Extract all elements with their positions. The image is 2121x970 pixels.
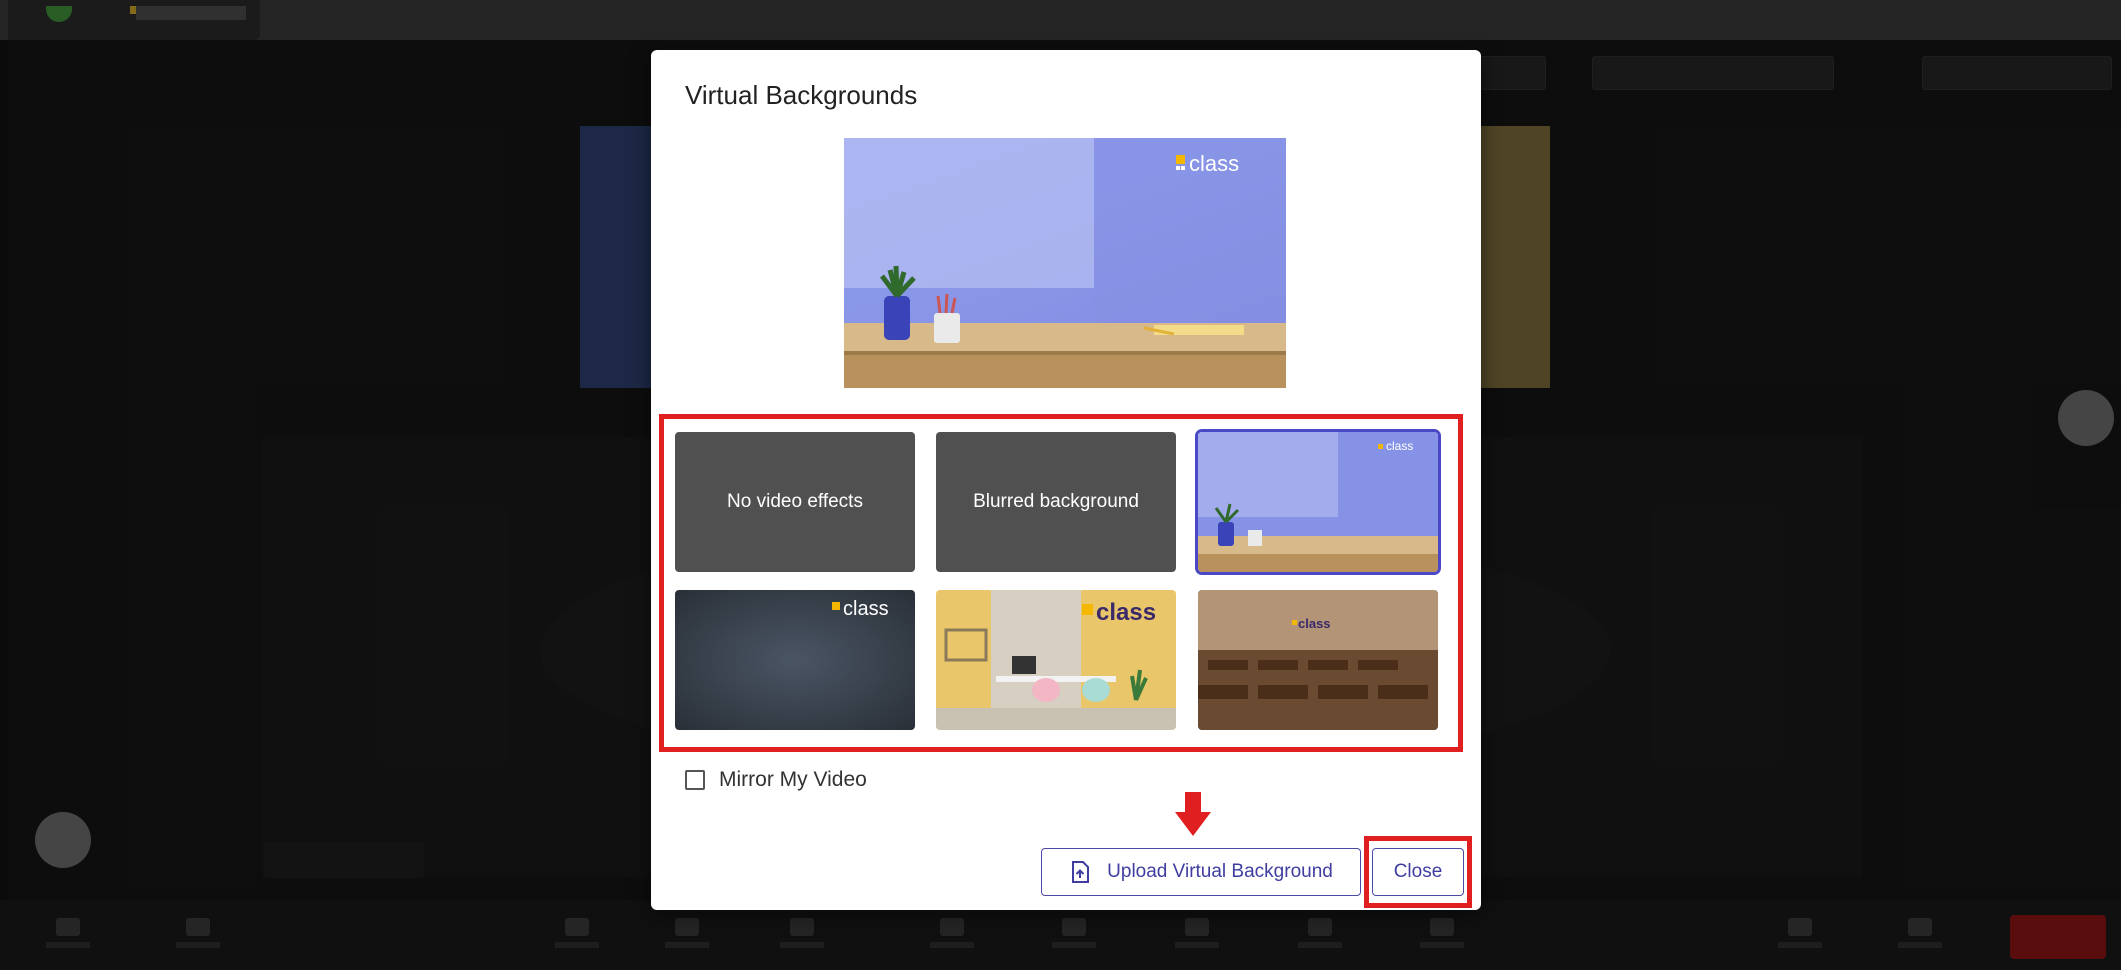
background-option-blue-room[interactable]: class xyxy=(1198,432,1438,572)
classroom-thumbnail: class xyxy=(1198,590,1438,730)
logo-text: class xyxy=(843,598,889,620)
close-button[interactable]: Close xyxy=(1372,848,1464,896)
dialog-title: Virtual Backgrounds xyxy=(685,80,918,110)
background-preview: class xyxy=(844,138,1286,388)
logo-text: class xyxy=(1386,439,1413,453)
background-option-yellow-office[interactable]: class xyxy=(936,590,1176,730)
mirror-video-row[interactable]: Mirror My Video xyxy=(685,768,867,792)
background-option-classroom[interactable]: class xyxy=(1198,590,1438,730)
option-label: Blurred background xyxy=(973,491,1139,512)
upload-button-label: Upload Virtual Background xyxy=(1107,861,1333,882)
dark-slate-thumbnail: class xyxy=(675,590,915,730)
logo-text: class xyxy=(1189,151,1239,176)
no-video-effects-option[interactable]: No video effects xyxy=(675,432,915,572)
mirror-video-label[interactable]: Mirror My Video xyxy=(719,768,867,792)
arrow-down-icon xyxy=(1175,792,1211,836)
upload-file-icon xyxy=(1072,861,1090,883)
option-label: No video effects xyxy=(727,491,863,512)
yellow-office-thumbnail: class xyxy=(936,590,1176,730)
upload-background-button[interactable]: Upload Virtual Background xyxy=(1041,848,1361,896)
blue-room-thumbnail: class xyxy=(1198,432,1438,572)
logo-text: class xyxy=(1298,616,1331,631)
close-button-label: Close xyxy=(1393,861,1443,882)
mirror-video-checkbox[interactable] xyxy=(685,770,705,790)
virtual-backgrounds-dialog: Virtual Backgrounds class No video effec… xyxy=(651,50,1481,910)
background-option-dark-slate[interactable]: class xyxy=(675,590,915,730)
logo-text: class xyxy=(1096,599,1156,626)
blurred-background-option[interactable]: Blurred background xyxy=(936,432,1176,572)
class-logo: class xyxy=(1176,151,1239,176)
